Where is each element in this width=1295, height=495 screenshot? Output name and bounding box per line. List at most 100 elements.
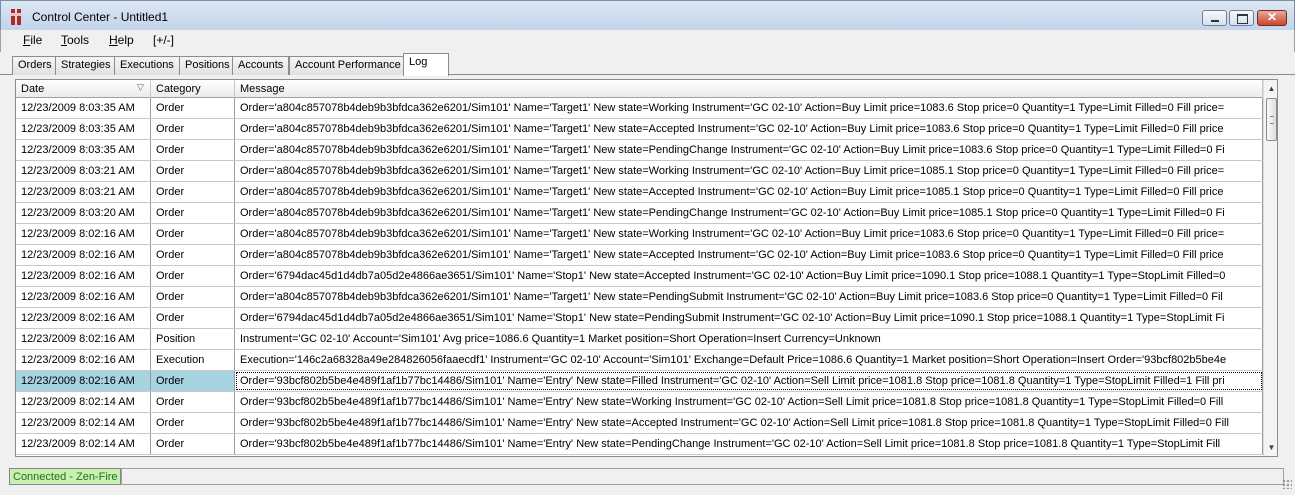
cell-message[interactable]: Order='6794dac45d1d4db7a05d2e4866ae3651/…: [235, 266, 1263, 286]
resize-grip-icon[interactable]: [1282, 479, 1292, 489]
column-header-date[interactable]: Date ▽: [16, 80, 151, 98]
cell-date[interactable]: 12/23/2009 8:02:16 AM: [16, 308, 151, 328]
cell-category[interactable]: Order: [151, 161, 235, 181]
table-row[interactable]: 12/23/2009 8:03:21 AM Order Order='a804c85…: [16, 182, 1263, 203]
table-row[interactable]: 12/23/2009 8:02:16 AM Order Order='93bcf80…: [16, 371, 1263, 392]
cell-category[interactable]: Order: [151, 413, 235, 433]
cell-category[interactable]: Order: [151, 371, 235, 391]
cell-date[interactable]: 12/23/2009 8:02:16 AM: [16, 266, 151, 286]
table-row[interactable]: 12/23/2009 8:03:21 AM Order Order='a804c85…: [16, 161, 1263, 182]
cell-message[interactable]: Order='a804c857078b4deb9b3bfdca362e6201/…: [235, 119, 1263, 139]
table-row[interactable]: 12/23/2009 8:03:35 AM Order Order='a804c85…: [16, 98, 1263, 119]
cell-date[interactable]: 12/23/2009 8:03:21 AM: [16, 161, 151, 181]
maximize-button[interactable]: [1229, 10, 1254, 26]
table-row[interactable]: 12/23/2009 8:02:16 AM Execution Execution=…: [16, 350, 1263, 371]
scroll-thumb[interactable]: [1266, 98, 1277, 141]
tab-strategies[interactable]: Strategies: [55, 56, 117, 75]
status-panel: [121, 468, 1284, 485]
cell-date[interactable]: 12/23/2009 8:03:35 AM: [16, 98, 151, 118]
cell-category[interactable]: Order: [151, 308, 235, 328]
menu-help[interactable]: Help: [109, 33, 134, 47]
cell-message[interactable]: Order='a804c857078b4deb9b3bfdca362e6201/…: [235, 161, 1263, 181]
scroll-up-icon[interactable]: ▲: [1264, 81, 1277, 98]
cell-category[interactable]: Order: [151, 392, 235, 412]
status-bar: Connected - Zen-Fire: [0, 465, 1295, 495]
cell-message[interactable]: Order='a804c857078b4deb9b3bfdca362e6201/…: [235, 287, 1263, 307]
cell-category[interactable]: Order: [151, 203, 235, 223]
cell-category[interactable]: Order: [151, 266, 235, 286]
tab-orders[interactable]: Orders: [12, 56, 58, 75]
menu-file[interactable]: File: [23, 33, 42, 47]
table-row[interactable]: 12/23/2009 8:02:14 AM Order Order='93bcf80…: [16, 434, 1263, 455]
cell-category[interactable]: Execution: [151, 350, 235, 370]
minimize-button[interactable]: [1202, 10, 1227, 26]
table-row[interactable]: 12/23/2009 8:02:16 AM Order Order='6794dac…: [16, 308, 1263, 329]
table-row[interactable]: 12/23/2009 8:02:16 AM Order Order='a804c85…: [16, 245, 1263, 266]
tab-strip: Orders Strategies Executions Positions A…: [0, 52, 1295, 76]
scroll-down-icon[interactable]: ▼: [1264, 439, 1277, 456]
log-grid[interactable]: Date ▽ Category Message 12/23/2009 8:03:…: [15, 79, 1278, 457]
tab-accounts[interactable]: Accounts: [232, 56, 290, 75]
vertical-scrollbar[interactable]: ▲ ▼: [1263, 80, 1277, 456]
cell-category[interactable]: Order: [151, 224, 235, 244]
cell-message[interactable]: Execution='146c2a68328a49e284826056faaec…: [235, 350, 1263, 370]
cell-category[interactable]: Order: [151, 119, 235, 139]
grid-header: Date ▽ Category Message: [16, 80, 1263, 98]
close-button[interactable]: ✕: [1257, 10, 1287, 26]
cell-message[interactable]: Order='a804c857078b4deb9b3bfdca362e6201/…: [235, 182, 1263, 202]
table-row[interactable]: 12/23/2009 8:02:14 AM Order Order='93bcf80…: [16, 392, 1263, 413]
table-row[interactable]: 12/23/2009 8:03:35 AM Order Order='a804c85…: [16, 119, 1263, 140]
cell-date[interactable]: 12/23/2009 8:02:16 AM: [16, 329, 151, 349]
cell-message[interactable]: Order='a804c857078b4deb9b3bfdca362e6201/…: [235, 224, 1263, 244]
cell-date[interactable]: 12/23/2009 8:02:16 AM: [16, 371, 151, 391]
cell-message[interactable]: Order='93bcf802b5be4e489f1af1b77bc14486/…: [235, 371, 1263, 391]
cell-category[interactable]: Order: [151, 245, 235, 265]
tab-positions[interactable]: Positions: [179, 56, 236, 75]
sort-descending-icon: ▽: [137, 82, 144, 92]
column-header-message[interactable]: Message: [235, 80, 1263, 98]
menu-tools[interactable]: Tools: [61, 33, 89, 47]
cell-category[interactable]: Order: [151, 182, 235, 202]
table-row[interactable]: 12/23/2009 8:02:14 AM Order Order='93bcf80…: [16, 413, 1263, 434]
column-header-date-label: Date: [21, 83, 45, 95]
cell-message[interactable]: Order='93bcf802b5be4e489f1af1b77bc14486/…: [235, 434, 1263, 454]
table-row[interactable]: 12/23/2009 8:03:35 AM Order Order='a804c85…: [16, 140, 1263, 161]
table-row[interactable]: 12/23/2009 8:02:16 AM Order Order='a804c85…: [16, 287, 1263, 308]
cell-message[interactable]: Order='a804c857078b4deb9b3bfdca362e6201/…: [235, 98, 1263, 118]
cell-message[interactable]: Order='93bcf802b5be4e489f1af1b77bc14486/…: [235, 392, 1263, 412]
cell-message[interactable]: Order='93bcf802b5be4e489f1af1b77bc14486/…: [235, 413, 1263, 433]
cell-date[interactable]: 12/23/2009 8:02:14 AM: [16, 413, 151, 433]
cell-message[interactable]: Order='a804c857078b4deb9b3bfdca362e6201/…: [235, 203, 1263, 223]
cell-message[interactable]: Order='a804c857078b4deb9b3bfdca362e6201/…: [235, 245, 1263, 265]
cell-date[interactable]: 12/23/2009 8:02:16 AM: [16, 350, 151, 370]
tab-account-performance[interactable]: Account Performance: [289, 56, 407, 75]
cell-date[interactable]: 12/23/2009 8:02:16 AM: [16, 287, 151, 307]
cell-message[interactable]: Order='6794dac45d1d4db7a05d2e4866ae3651/…: [235, 308, 1263, 328]
cell-category[interactable]: Order: [151, 140, 235, 160]
cell-message[interactable]: Instrument='GC 02-10' Account='Sim101' A…: [235, 329, 1263, 349]
cell-date[interactable]: 12/23/2009 8:02:14 AM: [16, 434, 151, 454]
cell-date[interactable]: 12/23/2009 8:02:16 AM: [16, 245, 151, 265]
tab-log[interactable]: Log: [403, 53, 449, 76]
window-title: Control Center - Untitled1: [32, 10, 169, 24]
title-bar[interactable]: Control Center - Untitled1 ✕: [0, 0, 1295, 30]
table-row[interactable]: 12/23/2009 8:02:16 AM Order Order='6794dac…: [16, 266, 1263, 287]
menu-toggle[interactable]: [+/-]: [153, 33, 174, 47]
tab-executions[interactable]: Executions: [114, 56, 180, 75]
cell-category[interactable]: Order: [151, 434, 235, 454]
cell-category[interactable]: Order: [151, 287, 235, 307]
cell-date[interactable]: 12/23/2009 8:03:20 AM: [16, 203, 151, 223]
cell-category[interactable]: Position: [151, 329, 235, 349]
cell-message[interactable]: Order='a804c857078b4deb9b3bfdca362e6201/…: [235, 140, 1263, 160]
cell-date[interactable]: 12/23/2009 8:03:35 AM: [16, 140, 151, 160]
table-row[interactable]: 12/23/2009 8:02:16 AM Position Instrument=…: [16, 329, 1263, 350]
column-header-category[interactable]: Category: [151, 80, 235, 98]
table-row[interactable]: 12/23/2009 8:02:16 AM Order Order='a804c85…: [16, 224, 1263, 245]
cell-date[interactable]: 12/23/2009 8:03:35 AM: [16, 119, 151, 139]
cell-category[interactable]: Order: [151, 98, 235, 118]
table-row[interactable]: 12/23/2009 8:03:20 AM Order Order='a804c85…: [16, 203, 1263, 224]
menu-bar: File Tools Help [+/-]: [0, 30, 1295, 52]
cell-date[interactable]: 12/23/2009 8:03:21 AM: [16, 182, 151, 202]
cell-date[interactable]: 12/23/2009 8:02:16 AM: [16, 224, 151, 244]
cell-date[interactable]: 12/23/2009 8:02:14 AM: [16, 392, 151, 412]
